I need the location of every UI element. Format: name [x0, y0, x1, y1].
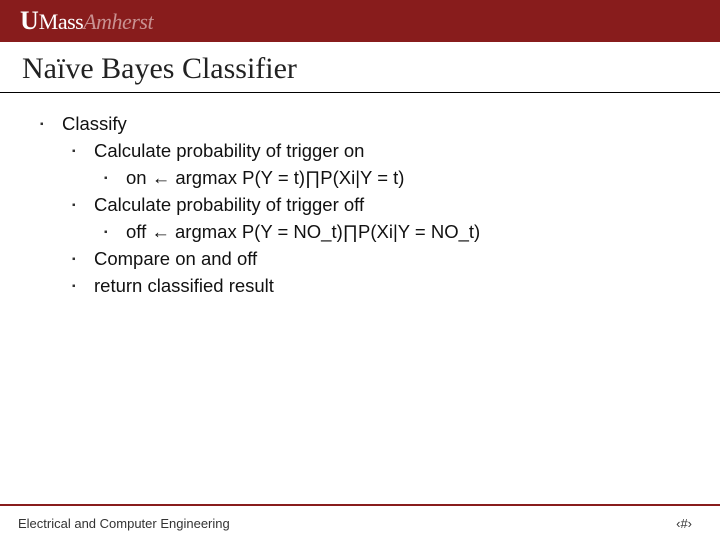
bullet-l1: ▪ Classify [40, 111, 680, 138]
square-bullet-icon: ▪ [104, 165, 126, 192]
footer-page-number: ‹#› [676, 516, 692, 531]
square-bullet-icon: ▪ [72, 192, 94, 219]
bullet-text: off ← argmax P(Y = NO_t)∏P(Xi|Y = NO_t) [126, 219, 680, 246]
square-bullet-icon: ▪ [72, 138, 94, 165]
bullet-text: Classify [62, 111, 680, 138]
logo-u: U [20, 6, 39, 36]
bullet-l3: ▪ off ← argmax P(Y = NO_t)∏P(Xi|Y = NO_t… [40, 219, 680, 246]
slide-title: Naïve Bayes Classifier [22, 52, 698, 86]
bullet-l2: ▪ Calculate probability of trigger on [40, 138, 680, 165]
bullet-text: Calculate probability of trigger on [94, 138, 680, 165]
umass-logo: U Mass Amherst [20, 6, 153, 36]
slide-content: ▪ Classify ▪ Calculate probability of tr… [0, 93, 720, 300]
bullet-text: on ← argmax P(Y = t)∏P(Xi|Y = t) [126, 165, 680, 192]
bullet-l3: ▪ on ← argmax P(Y = t)∏P(Xi|Y = t) [40, 165, 680, 192]
logo-mass: Mass [39, 9, 83, 35]
square-bullet-icon: ▪ [40, 111, 62, 138]
bullet-l2: ▪ Compare on and off [40, 246, 680, 273]
header-bar: U Mass Amherst [0, 0, 720, 42]
footer-department: Electrical and Computer Engineering [18, 516, 230, 531]
square-bullet-icon: ▪ [72, 246, 94, 273]
footer: Electrical and Computer Engineering ‹#› [0, 504, 720, 540]
bullet-text: Calculate probability of trigger off [94, 192, 680, 219]
title-area: Naïve Bayes Classifier [0, 42, 720, 93]
square-bullet-icon: ▪ [72, 273, 94, 300]
bullet-text: return classified result [94, 273, 680, 300]
bullet-l2: ▪ Calculate probability of trigger off [40, 192, 680, 219]
square-bullet-icon: ▪ [104, 219, 126, 246]
bullet-l2: ▪ return classified result [40, 273, 680, 300]
bullet-text: Compare on and off [94, 246, 680, 273]
logo-amherst: Amherst [83, 9, 153, 35]
